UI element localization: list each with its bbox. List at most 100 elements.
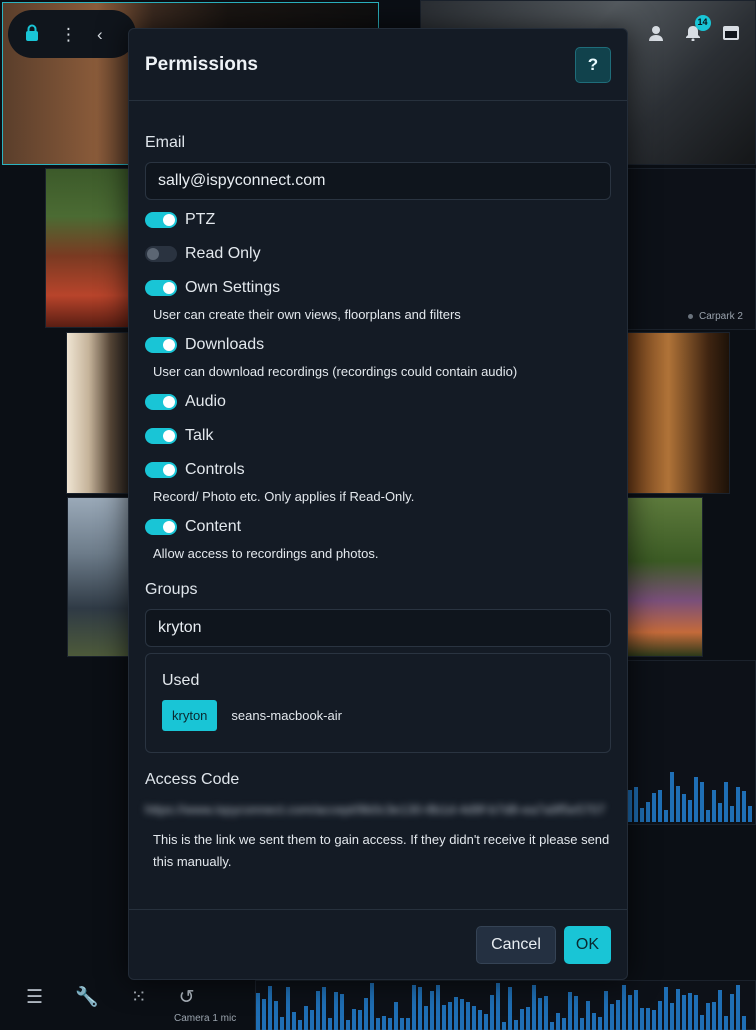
- audio-bar: [322, 987, 326, 1030]
- toggle-knob: [147, 248, 159, 260]
- grid-dots-icon[interactable]: ⁙: [131, 986, 147, 1009]
- audio-bar: [736, 787, 740, 822]
- audio-bar: [406, 1018, 410, 1030]
- audio-bar: [712, 1002, 716, 1030]
- bell-icon[interactable]: 14: [685, 14, 711, 44]
- audio-bar: [256, 992, 260, 1030]
- help-button[interactable]: ?: [575, 46, 611, 83]
- audio-bar: [742, 1016, 746, 1030]
- camera-tile[interactable]: [627, 168, 756, 330]
- audio-bar: [610, 1004, 614, 1030]
- groups-input[interactable]: kryton: [145, 609, 611, 647]
- permission-label: Content: [185, 518, 242, 535]
- audio-bar: [646, 1008, 650, 1030]
- audio-bar: [586, 1001, 590, 1030]
- audio-bar: [664, 986, 668, 1030]
- lock-icon[interactable]: [24, 24, 40, 45]
- audio-bar: [508, 987, 512, 1030]
- audio-bar: [286, 986, 290, 1030]
- audio-bar: [682, 794, 686, 822]
- toggle-switch[interactable]: [145, 519, 177, 535]
- toggle-switch[interactable]: [145, 428, 177, 444]
- toggle-switch[interactable]: [145, 462, 177, 478]
- access-code-label: Access Code: [145, 771, 240, 788]
- audio-bar: [520, 1008, 524, 1030]
- audio-bar: [478, 1010, 482, 1030]
- audio-bar: [448, 1001, 452, 1030]
- permission-help-text: User can download recordings (recordings…: [153, 364, 518, 379]
- permission-label: Read Only: [185, 245, 261, 262]
- groups-label: Groups: [145, 581, 198, 598]
- permission-label: Own Settings: [185, 279, 281, 296]
- audio-bar: [550, 1021, 554, 1030]
- audio-bar: [454, 997, 458, 1030]
- group-tag-active[interactable]: kryton: [162, 700, 218, 731]
- history-icon[interactable]: ↺: [179, 986, 195, 1009]
- audio-bar: [502, 1021, 506, 1030]
- panel-icon[interactable]: [722, 25, 740, 44]
- audio-bar: [496, 983, 500, 1030]
- audio-bar: [706, 810, 710, 822]
- permission-row: Audio: [145, 385, 611, 419]
- camera-tile[interactable]: [67, 497, 129, 657]
- top-left-toolbar: ⋮ ‹: [8, 10, 136, 58]
- permission-help-text: Record/ Photo etc. Only applies if Read-…: [153, 489, 415, 504]
- used-title: Used: [162, 672, 200, 689]
- permission-help-text: User can create their own views, floorpl…: [153, 307, 461, 322]
- audio-bar: [652, 792, 656, 822]
- more-vertical-icon[interactable]: ⋮: [60, 26, 77, 43]
- tag-list: kryton seans-macbook-air: [162, 700, 594, 731]
- audio-bar: [388, 1018, 392, 1030]
- audio-bar: [268, 986, 272, 1030]
- permission-label: Audio: [185, 393, 226, 410]
- audio-bar: [670, 1002, 674, 1030]
- toggle-knob: [163, 339, 175, 351]
- status-dot: [688, 314, 693, 319]
- audio-bar: [340, 994, 344, 1030]
- audio-bar: [490, 995, 494, 1030]
- audio-bar: [412, 985, 416, 1030]
- permission-label: Talk: [185, 427, 214, 444]
- camera-tile[interactable]: [45, 168, 129, 328]
- toggle-switch[interactable]: [145, 394, 177, 410]
- audio-bar: [400, 1017, 404, 1030]
- audio-bar: [430, 990, 434, 1030]
- audio-bar: [538, 997, 542, 1030]
- access-link: https://www.ispyconnect.com/accept/9b0c3…: [145, 802, 606, 817]
- chevron-left-icon[interactable]: ‹: [97, 26, 103, 43]
- audio-bar: [316, 990, 320, 1030]
- audio-bar: [514, 1020, 518, 1030]
- camera-tile[interactable]: [627, 497, 703, 657]
- toggle-switch[interactable]: [145, 280, 177, 296]
- ok-button[interactable]: OK: [563, 925, 611, 964]
- audio-bar: [424, 1006, 428, 1030]
- wrench-icon[interactable]: 🔧: [75, 985, 99, 1009]
- email-field[interactable]: sally@ispyconnect.com: [145, 162, 611, 200]
- audio-bar: [394, 1002, 398, 1030]
- audio-bar: [700, 1014, 704, 1030]
- used-groups-box: Used kryton seans-macbook-air: [145, 653, 611, 753]
- toggle-switch[interactable]: [145, 337, 177, 353]
- audio-bar: [310, 1009, 314, 1030]
- audio-bar: [730, 806, 734, 822]
- audio-bar: [628, 995, 632, 1030]
- permission-row: Controls: [145, 453, 611, 487]
- toggle-knob: [163, 464, 175, 476]
- toggle-switch[interactable]: [145, 246, 177, 262]
- audio-bar: [658, 1001, 662, 1030]
- audio-bar: [676, 785, 680, 822]
- camera-tile[interactable]: [66, 332, 130, 494]
- permission-help-text: Allow access to recordings and photos.: [153, 546, 379, 561]
- permission-label: PTZ: [185, 211, 216, 228]
- audio-bar: [658, 789, 662, 822]
- audio-bar: [646, 802, 650, 822]
- toggle-knob: [163, 396, 175, 408]
- sliders-icon[interactable]: ☰: [26, 986, 43, 1009]
- camera-tile[interactable]: [627, 332, 730, 494]
- group-tag[interactable]: seans-macbook-air: [231, 708, 342, 723]
- audio-bar: [556, 1012, 560, 1030]
- audio-bar: [484, 1013, 488, 1030]
- user-icon[interactable]: [648, 25, 664, 44]
- cancel-button[interactable]: Cancel: [476, 925, 556, 964]
- toggle-switch[interactable]: [145, 212, 177, 228]
